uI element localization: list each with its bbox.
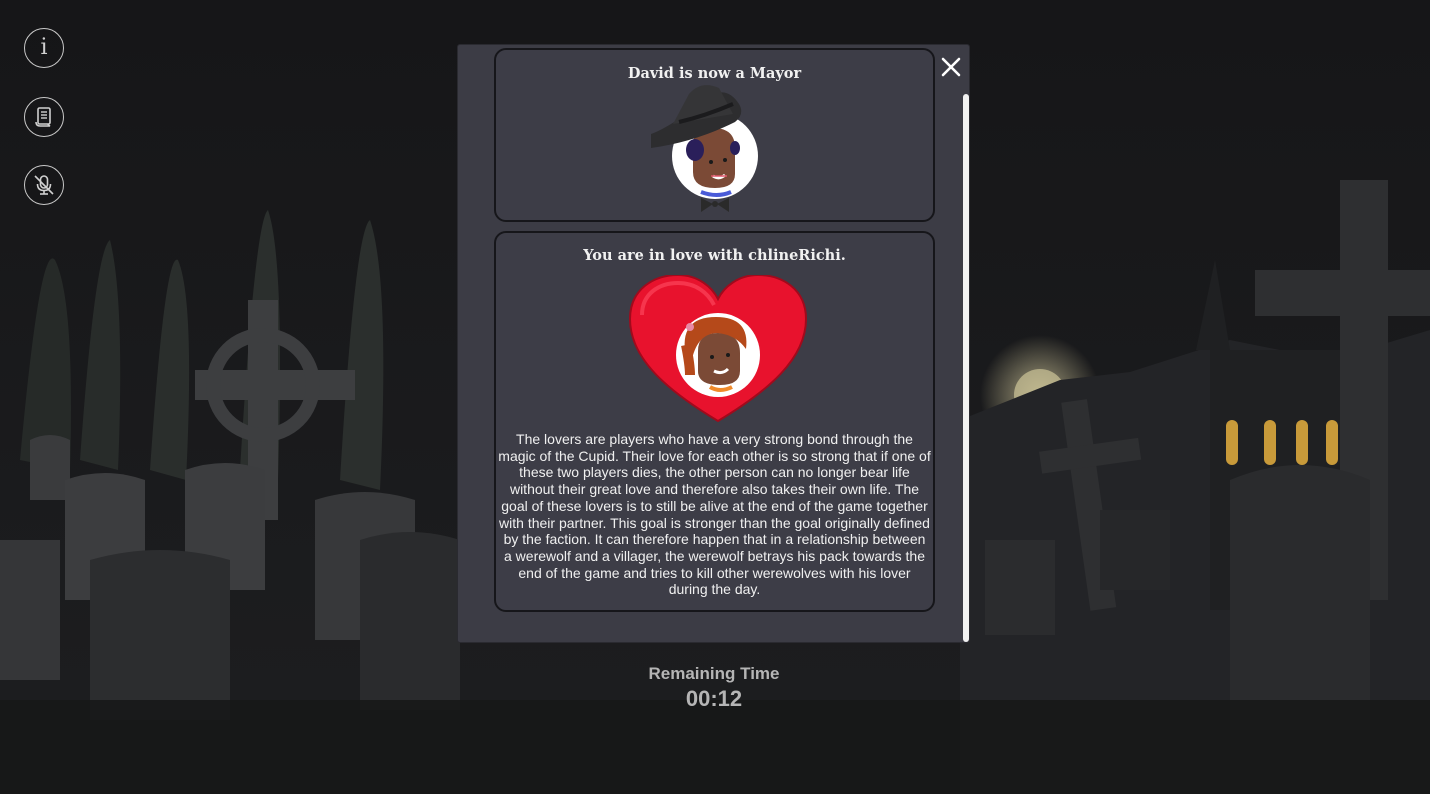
remaining-time-label: Remaining Time xyxy=(648,664,780,683)
info-icon: i xyxy=(40,35,48,60)
lovers-description: The lovers are players who have a very s… xyxy=(498,431,931,598)
scroll-icon xyxy=(35,107,51,127)
mayor-announcement-card: David is now a Mayor xyxy=(494,48,935,222)
modal-scrollbar[interactable] xyxy=(963,94,969,642)
microphone-muted-icon xyxy=(34,175,54,195)
lover-avatar-in-heart xyxy=(628,275,808,423)
close-icon xyxy=(941,57,961,77)
rules-button[interactable] xyxy=(24,97,64,137)
close-button[interactable] xyxy=(940,56,962,78)
lovers-announcement-title: You are in love with chlineRichi. xyxy=(583,247,846,264)
remaining-time-value: 00:12 xyxy=(685,686,743,711)
microphone-toggle-button[interactable] xyxy=(24,165,64,205)
mayor-announcement-title: David is now a Mayor xyxy=(627,65,802,82)
lovers-announcement-card: You are in love with chlineRichi. The lo… xyxy=(494,231,935,612)
info-button[interactable]: i xyxy=(24,28,64,68)
player-avatar-with-top-hat xyxy=(651,85,758,212)
